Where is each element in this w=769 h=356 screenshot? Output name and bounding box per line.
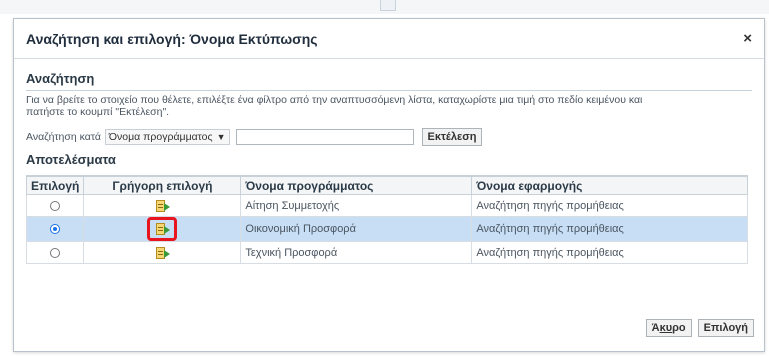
column-header-quick-select: Γρήγορη επιλογή [83, 175, 242, 195]
search-input[interactable] [235, 129, 414, 145]
column-header-program-name: Όνομα προγράμματος [240, 175, 473, 195]
quick-select-icon[interactable] [154, 199, 171, 213]
program-name-cell: Τεχνική Προσφορά [240, 241, 473, 264]
select-cell [25, 194, 85, 217]
chevron-down-icon: ▼ [216, 132, 226, 142]
cancel-label-accesskey: κυ [659, 322, 673, 334]
search-row: Αναζήτηση κατά Όνομα προγράμματος ▼ Εκτέ… [14, 128, 764, 146]
close-icon[interactable]: × [743, 30, 752, 47]
table-row[interactable]: Οικονομική Προσφορά Αναζήτηση πηγής προμ… [25, 216, 748, 242]
select-radio[interactable] [50, 200, 61, 211]
application-name-cell: Αναζήτηση πηγής προμήθειας [471, 194, 748, 217]
select-radio[interactable] [50, 224, 61, 235]
go-button[interactable]: Εκτέλεση [421, 128, 483, 146]
select-radio[interactable] [50, 247, 61, 258]
quick-select-icon[interactable] [154, 222, 171, 236]
table-row[interactable]: Τεχνική Προσφορά Αναζήτηση πηγής προμήθε… [25, 241, 748, 264]
dialog-title-bar: Αναζήτηση και επιλογή: Όνομα Εκτύπωσης × [14, 19, 764, 59]
dialog-actions: Άκυρο Επιλογή [645, 319, 754, 337]
quick-select-icon[interactable] [154, 246, 171, 260]
quick-select-cell [83, 194, 242, 217]
select-cell [25, 241, 85, 264]
results-header-row: Επιλογή Γρήγορη επιλογή Όνομα προγράμματ… [25, 175, 748, 195]
background-tab [380, 0, 396, 11]
quick-select-cell [83, 216, 242, 242]
search-heading: Αναζήτηση [26, 71, 95, 86]
search-by-label: Αναζήτηση κατά [26, 131, 101, 143]
cancel-label-suffix: ρο [672, 322, 686, 334]
instruction-line-2: πατήστε το κουμπί "Εκτέλεση". [26, 106, 170, 118]
quick-select-cell [83, 241, 242, 264]
search-filter-select[interactable]: Όνομα προγράμματος ▼ [104, 129, 230, 145]
program-name-cell: Οικονομική Προσφορά [240, 216, 473, 242]
cancel-button[interactable]: Άκυρο [645, 319, 692, 337]
highlight-box [147, 217, 178, 241]
results-table: Επιλογή Γρήγορη επιλογή Όνομα προγράμματ… [25, 175, 748, 264]
select-cell [25, 216, 85, 242]
application-name-cell: Αναζήτηση πηγής προμήθειας [471, 216, 748, 242]
search-instructions: Για να βρείτε το στοιχείο που θέλετε, επ… [14, 91, 764, 118]
dialog-title: Αναζήτηση και επιλογή: Όνομα Εκτύπωσης [26, 30, 318, 47]
select-button[interactable]: Επιλογή [697, 319, 754, 337]
results-heading: Αποτελέσματα [26, 152, 116, 167]
application-name-cell: Αναζήτηση πηγής προμήθειας [471, 241, 748, 264]
table-row[interactable]: Αίτηση Συμμετοχής Αναζήτηση πηγής προμήθ… [25, 194, 748, 217]
search-select-dialog: Αναζήτηση και επιλογή: Όνομα Εκτύπωσης ×… [13, 18, 765, 352]
instruction-line-1: Για να βρείτε το στοιχείο που θέλετε, επ… [26, 94, 643, 106]
cancel-label-prefix: Ά [651, 322, 660, 334]
column-header-application-name: Όνομα εφαρμογής [471, 175, 748, 195]
column-header-select: Επιλογή [25, 175, 85, 195]
search-filter-value: Όνομα προγράμματος [108, 131, 213, 143]
program-name-cell: Αίτηση Συμμετοχής [240, 194, 473, 217]
